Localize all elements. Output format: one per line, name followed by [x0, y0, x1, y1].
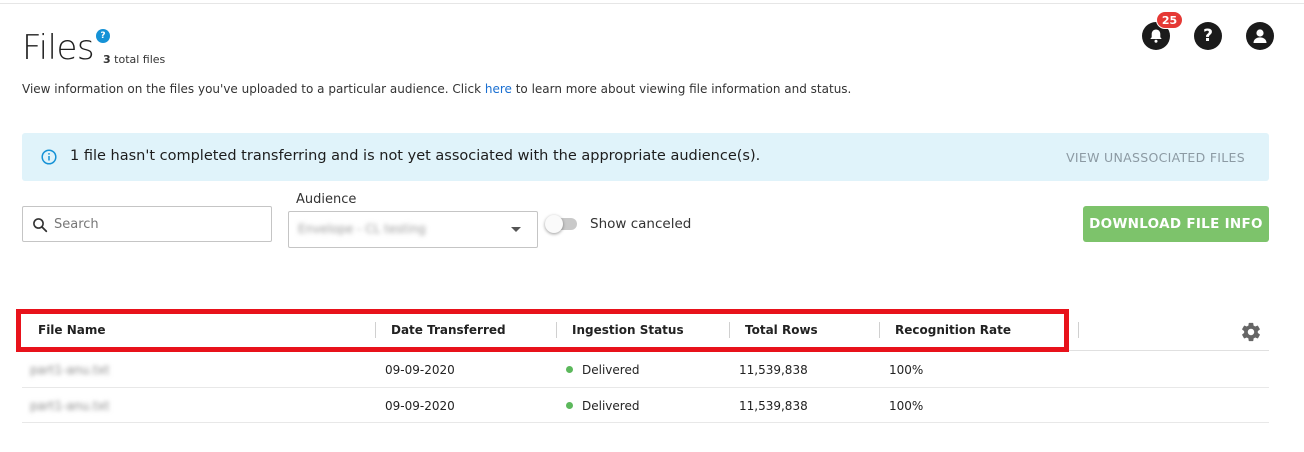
help-icon[interactable]: ? [96, 29, 110, 43]
status-dot [566, 402, 573, 409]
column-divider[interactable] [729, 322, 730, 338]
row-divider [22, 422, 1269, 423]
status-text: Delivered [582, 399, 640, 413]
unassociated-files-banner: 1 file hasn't completed transferring and… [22, 133, 1269, 181]
cell-total-rows: 11,539,838 [739, 399, 808, 413]
info-icon [41, 149, 57, 165]
page-description: View information on the files you've upl… [22, 82, 851, 96]
total-files-count: 3 total files [103, 53, 165, 66]
cell-recognition-rate: 100% [889, 399, 924, 413]
audience-value: Envelope - CL testing [298, 222, 426, 236]
chevron-down-icon [511, 227, 521, 232]
audience-select[interactable]: Envelope - CL testing [288, 211, 538, 248]
cell-recognition-rate: 100% [889, 363, 924, 377]
description-text-end: to learn more about viewing file informa… [511, 82, 852, 96]
column-header-file-name[interactable]: File Name [38, 323, 106, 337]
toggle-knob[interactable] [545, 215, 563, 233]
user-icon[interactable] [1246, 22, 1274, 50]
notification-count-badge[interactable]: 25 [1156, 11, 1183, 29]
question-icon[interactable]: ? [1194, 22, 1222, 50]
cell-status: Delivered [566, 399, 639, 413]
column-divider[interactable] [879, 322, 880, 338]
total-label: total files [114, 53, 166, 66]
learn-more-link[interactable]: here [485, 82, 512, 96]
total-count: 3 [103, 53, 111, 66]
download-file-info-button[interactable]: DOWNLOAD FILE INFO [1083, 206, 1269, 242]
search-input[interactable] [54, 214, 264, 234]
gear-icon[interactable] [1240, 321, 1262, 343]
page-title: Files [22, 28, 95, 68]
cell-file-name[interactable]: part1-anu.txt [30, 363, 109, 377]
show-canceled-label: Show canceled [590, 216, 692, 232]
banner-message: 1 file hasn't completed transferring and… [70, 148, 761, 164]
column-divider[interactable] [375, 322, 376, 338]
column-header-ingestion-status[interactable]: Ingestion Status [572, 323, 684, 337]
search-icon [33, 218, 48, 233]
column-header-total-rows[interactable]: Total Rows [745, 323, 818, 337]
cell-date: 09-09-2020 [385, 399, 455, 413]
view-unassociated-files-button[interactable]: VIEW UNASSOCIATED FILES [1066, 150, 1245, 165]
cell-date: 09-09-2020 [385, 363, 455, 377]
status-text: Delivered [582, 363, 640, 377]
audience-label: Audience [296, 192, 357, 207]
column-divider[interactable] [556, 322, 557, 338]
row-divider [22, 387, 1269, 388]
column-divider[interactable] [1078, 322, 1079, 338]
column-header-date-transferred[interactable]: Date Transferred [391, 323, 506, 337]
cell-file-name[interactable]: part1-anu.txt [30, 399, 109, 413]
description-text: View information on the files you've upl… [22, 82, 485, 96]
status-dot [566, 366, 573, 373]
top-divider [0, 3, 1304, 4]
table-header-divider [22, 350, 1269, 351]
cell-total-rows: 11,539,838 [739, 363, 808, 377]
search-box[interactable] [22, 206, 272, 242]
show-canceled-toggle[interactable] [545, 215, 577, 233]
cell-status: Delivered [566, 363, 639, 377]
column-header-recognition-rate[interactable]: Recognition Rate [895, 323, 1011, 337]
